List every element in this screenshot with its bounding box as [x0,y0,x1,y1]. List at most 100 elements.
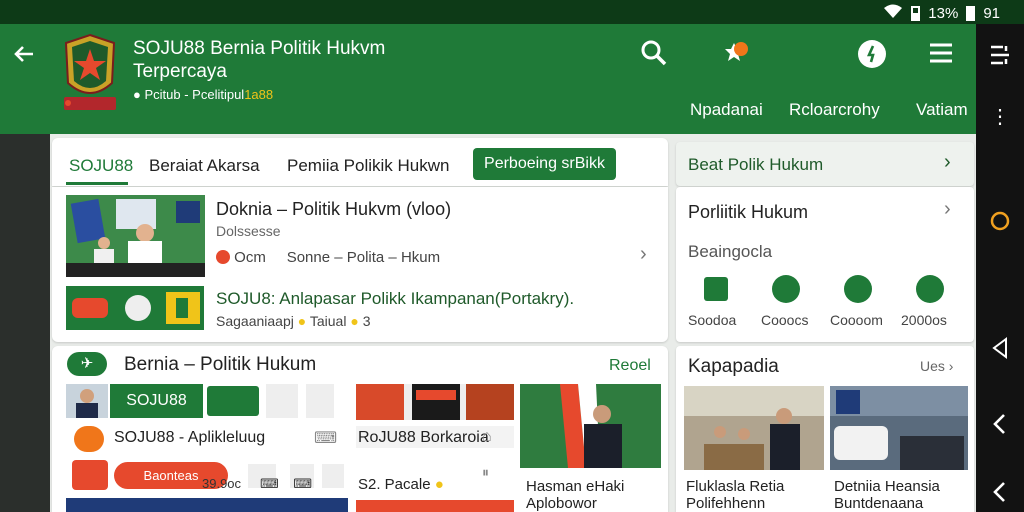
system-navigation-bar: ⋮ [976,24,1024,512]
apk-title[interactable]: SOJU88 - Aplikleluug [114,429,265,447]
hamburger-menu-icon[interactable] [929,42,953,69]
tab-pemiia[interactable]: Pemiia Polikik Hukwn [287,156,450,176]
tab-soju88[interactable]: SOJU88 [69,156,133,176]
sidebar-link[interactable]: Beat Polik Hukum › [676,142,974,186]
nav-item-3[interactable]: Vatiam [916,100,968,120]
badge-thumbnail[interactable] [207,386,259,416]
apple-icon: ● [133,87,141,102]
wifi-icon [883,3,903,23]
product-footer-strip [356,500,514,512]
side-section-more[interactable]: Ues › [920,358,953,374]
phone-thumbnail-2[interactable] [306,384,334,418]
nav-item-1[interactable]: Npadanai [690,100,763,120]
news-c-title[interactable]: Detniia Heansia Buntdenaana [834,478,970,512]
news-list: Doknia – Politik Hukvm (vloo) Dolssesse … [52,187,668,342]
news-meta-2b: Taiual [309,313,347,329]
soju-thumbnail[interactable] [66,384,108,418]
status-bar: 13% 91 [0,0,1024,24]
product-price: S2. Pacale ● [358,476,444,493]
notification-bell-icon[interactable] [720,39,752,76]
more-options-icon[interactable]: ⋮ [976,104,1024,129]
stat-label-2: Cooocs [761,312,809,328]
news-sub-1: Dolssesse [216,223,281,239]
apk-extra-icons: ⌨ ⌨ [260,476,312,491]
section-bernia: ✈ Bernia – Politik Hukum Reoel SOJU88 SO… [52,346,668,512]
tab-bar: SOJU88 Beraiat Akarsa Pemiia Polikik Huk… [52,138,668,186]
stat-label-4: 2000os [901,312,947,328]
app-header: SOJU88 Bernia Politik Hukvm Terpercaya ●… [0,24,976,134]
sidebar-link-label: Beat Polik Hukum [688,155,824,174]
product-price-text: S2. Pacale [358,476,431,493]
apk-logo [72,460,108,490]
chevron-right-icon-2: › [944,151,951,173]
app-subtitle: ● Pcitub - Pcelitipul1a88 [133,87,273,102]
news-meta-1a: Ocm [234,249,266,266]
app-subtitle-number: 1a88 [244,87,274,102]
sidebar-panel-sub: Beaingocla [688,242,773,261]
stat-icon-2[interactable] [772,275,800,303]
nav-item-2[interactable]: Rcloarcrohy [789,100,880,120]
coin-icon-2: ● [350,313,359,329]
back-triangle-icon[interactable] [976,337,1024,364]
section-action[interactable]: Reoel [609,357,651,375]
news-b-title[interactable]: Fluklasla Retia Polifehhenn [686,478,822,512]
news-meta-1: Ocm Sonne – Polita – Hkum [216,249,440,266]
news-meta-2: Sagaaniaapj ● Taiual ● 3 [216,313,371,329]
news-thumbnail-2[interactable] [66,286,204,330]
pause-icon[interactable]: ⏸ [482,464,489,481]
power-icon[interactable] [857,39,887,74]
battery-text: 13% [928,4,959,22]
tab-beraiat[interactable]: Beraiat Akarsa [149,156,260,176]
recent-apps-icon[interactable] [976,44,1024,71]
news-a-title[interactable]: Hasman eHaki Aplobowor [526,478,656,512]
chevron-left-icon[interactable] [976,413,1024,440]
section-icon: ✈ [67,352,107,376]
side-section-more-label: Ues [920,358,945,374]
apk-price: 39.9oc [202,476,242,491]
section-kapapadia: Kapapadia Ues › Fluklasla Retia Polifehh… [676,346,974,512]
news-meta-1b: Sonne – Polita – Hkum [286,249,441,266]
product-thumbnails[interactable] [356,384,514,420]
tab-action-button[interactable]: Perboeing srBikk [473,148,616,180]
apk-icon [74,426,104,452]
sidebar-panel: Porliitik Hukum › Beaingocla Soodoa Cooo… [676,187,974,342]
stat-icon-1[interactable] [704,277,728,301]
apk-footer-strip [66,498,348,512]
app-logo [62,33,118,117]
coin-icon: ● [297,313,307,329]
stat-icon-4[interactable] [916,275,944,303]
app-subtitle-text: Pcitub - Pcelitipul [144,87,245,102]
search-icon[interactable] [640,39,668,72]
left-edge-strip [0,134,50,512]
app-title: SOJU88 Bernia Politik Hukvm Terpercaya [133,38,386,82]
side-section-title: Kapapadia [688,356,779,377]
source-icon [216,250,230,264]
news-image-b[interactable] [684,386,824,470]
chevron-right-icon-3[interactable]: › [944,198,951,221]
stat-label-1: Soodoa [688,312,737,328]
soju-label-badge[interactable]: SOJU88 [110,384,203,418]
news-title-1[interactable]: Doknia – Politik Hukvm (vloo) [216,199,451,220]
news-image-a[interactable] [520,384,661,468]
news-title-2[interactable]: SOJU8: Anlapasar Polikk Ikampanan(Portak… [216,289,574,309]
sidebar-panel-title[interactable]: Porliitik Hukum [688,202,808,223]
news-image-c[interactable] [830,386,968,470]
signal-text: 91 [983,4,1000,22]
news-meta-2c: 3 [362,313,371,329]
signal-icon [966,5,976,21]
gamepad-icon[interactable]: ⌨ [314,428,337,448]
home-circle-icon[interactable] [976,210,1024,237]
tag-icon[interactable]: ⌂ [482,428,492,446]
active-tab-indicator [66,182,128,185]
news-thumbnail-1[interactable] [66,195,205,277]
chevron-left-icon-2[interactable] [976,481,1024,508]
back-arrow-icon[interactable] [12,42,36,73]
news-meta-2a: Sagaaniaapj [216,313,294,329]
phone-thumbnail-1[interactable] [266,384,298,418]
section-title: Bernia – Politik Hukum [124,354,317,375]
apk-thumb-small-3[interactable] [322,464,344,488]
product-title[interactable]: RoJU88 Borkaroia [358,429,489,447]
stat-icon-3[interactable] [844,275,872,303]
chevron-right-icon[interactable]: › [640,243,647,266]
stat-label-3: Coooom [830,312,883,328]
